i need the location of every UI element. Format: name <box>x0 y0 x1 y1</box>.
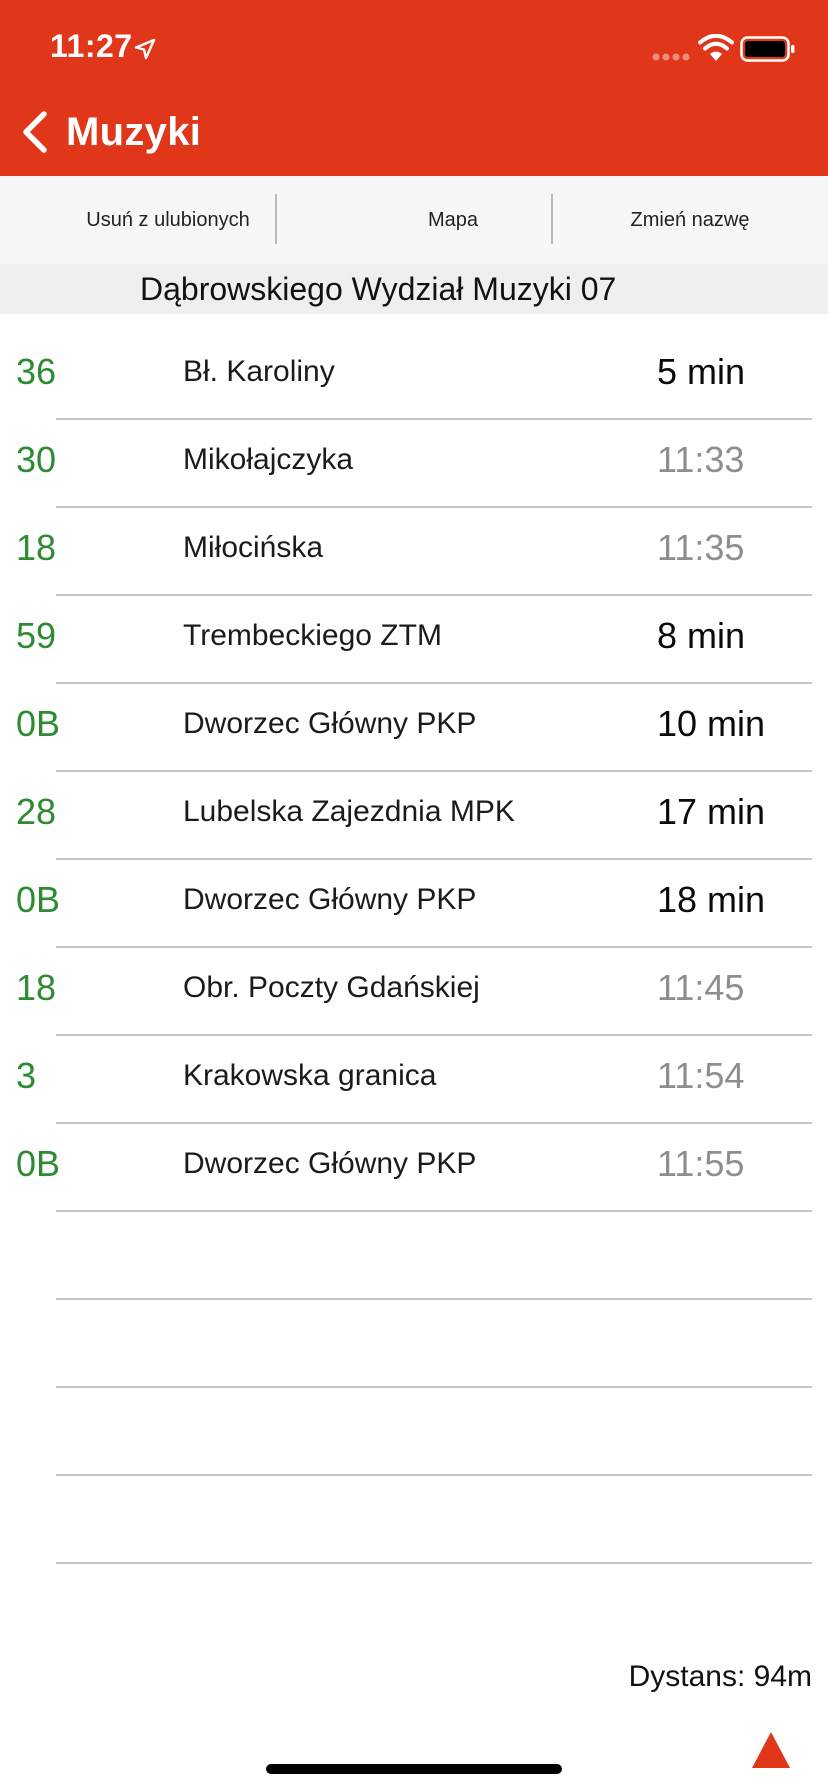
app-screen: 11:27 Muzyki Usuń z ulubionych Mapa Zmie… <box>0 0 828 1792</box>
line-number: 30 <box>16 439 57 480</box>
destination: Dworzec Główny PKP <box>183 1147 477 1180</box>
empty-row <box>0 1388 828 1476</box>
departure-time: 11:55 <box>657 1143 745 1184</box>
line-number: 3 <box>16 1055 37 1096</box>
departure-row[interactable]: 36 Bł. Karoliny 5 min <box>0 332 828 420</box>
departure-time: 8 min <box>657 615 746 656</box>
departure-row[interactable]: 28 Lubelska Zajezdnia MPK 17 min <box>0 772 828 860</box>
departure-row[interactable]: 0B Dworzec Główny PKP 10 min <box>0 684 828 772</box>
remove-favorite-button[interactable]: Usuń z ulubionych <box>60 176 276 264</box>
departure-time: 11:54 <box>657 1055 745 1096</box>
line-number: 18 <box>16 527 57 568</box>
row-separator <box>56 1562 812 1564</box>
departure-time: 5 min <box>657 351 746 392</box>
line-number: 0B <box>16 1143 61 1184</box>
stop-header: Dąbrowskiego Wydział Muzyki 07 <box>0 264 828 314</box>
toolbar-divider <box>551 194 553 244</box>
departure-row[interactable]: 0B Dworzec Główny PKP 11:55 <box>0 1124 828 1212</box>
departure-time: 11:45 <box>657 967 745 1008</box>
empty-row <box>0 1300 828 1388</box>
destination: Mikołajczyka <box>183 443 354 476</box>
line-number: 36 <box>16 351 57 392</box>
action-toolbar: Usuń z ulubionych Mapa Zmień nazwę <box>0 176 828 264</box>
destination: Trembeckiego ZTM <box>183 619 442 652</box>
navigation-triangle-icon[interactable] <box>750 1730 792 1770</box>
back-chevron-icon <box>23 111 47 153</box>
departure-row[interactable]: 30 Mikołajczyka 11:33 <box>0 420 828 508</box>
destination: Bł. Karoliny <box>183 355 335 388</box>
destination: Obr. Poczty Gdańskiej <box>183 971 480 1004</box>
departure-row[interactable]: 59 Trembeckiego ZTM 8 min <box>0 596 828 684</box>
map-button[interactable]: Mapa <box>383 176 523 264</box>
departure-row[interactable]: 3 Krakowska granica 11:54 <box>0 1036 828 1124</box>
home-indicator <box>266 1764 562 1774</box>
departures-list: 36 Bł. Karoliny 5 min 30 Mikołajczyka 11:33 18… <box>0 332 828 1564</box>
destination: Krakowska granica <box>183 1059 437 1092</box>
distance-label: Dystans: 94m <box>628 1660 812 1693</box>
back-label: Muzyki <box>66 109 202 154</box>
departure-time: 17 min <box>657 791 766 832</box>
departure-time: 10 min <box>657 703 766 744</box>
departure-time: 11:33 <box>657 439 745 480</box>
destination: Dworzec Główny PKP <box>183 707 477 740</box>
line-number: 28 <box>16 791 57 832</box>
toolbar-divider <box>275 194 277 244</box>
departure-time: 18 min <box>657 879 766 920</box>
empty-row <box>0 1476 828 1564</box>
signal-icon <box>652 53 690 61</box>
status-time: 11:27 <box>50 28 133 64</box>
destination: Miłocińska <box>183 531 324 564</box>
line-number: 59 <box>16 615 57 656</box>
line-number: 0B <box>16 703 61 744</box>
location-arrow-icon <box>134 38 156 60</box>
back-button[interactable]: Muzyki <box>18 104 201 160</box>
stop-name: Dąbrowskiego Wydział Muzyki 07 <box>140 271 617 307</box>
rename-button[interactable]: Zmień nazwę <box>600 176 780 264</box>
empty-row <box>0 1212 828 1300</box>
destination: Dworzec Główny PKP <box>183 883 477 916</box>
departure-row[interactable]: 0B Dworzec Główny PKP 18 min <box>0 860 828 948</box>
destination: Lubelska Zajezdnia MPK <box>183 795 515 828</box>
header-bar: 11:27 Muzyki <box>0 0 828 176</box>
wifi-icon <box>698 34 734 61</box>
departure-time: 11:35 <box>657 527 745 568</box>
line-number: 0B <box>16 879 61 920</box>
line-number: 18 <box>16 967 57 1008</box>
departure-row[interactable]: 18 Obr. Poczty Gdańskiej 11:45 <box>0 948 828 1036</box>
departure-row[interactable]: 18 Miłocińska 11:35 <box>0 508 828 596</box>
battery-icon <box>740 36 795 62</box>
